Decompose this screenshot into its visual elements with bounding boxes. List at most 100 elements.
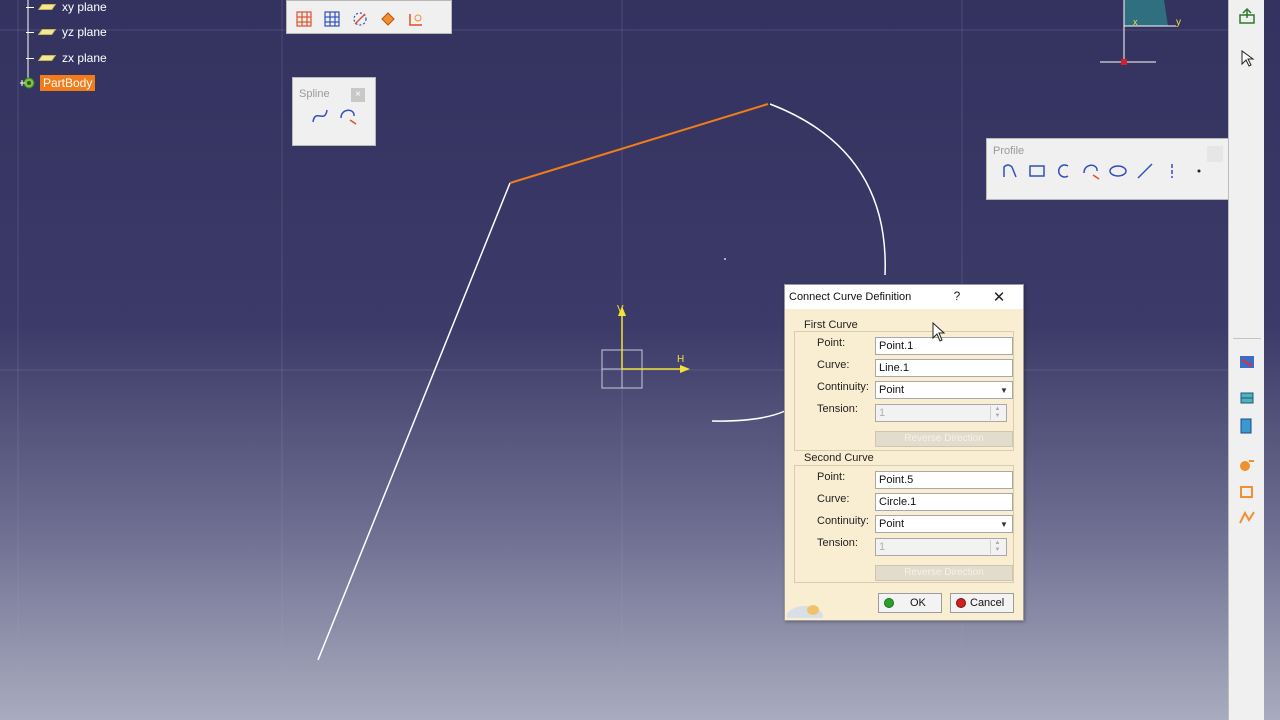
spinner-icon[interactable]: ▲ ▼ (990, 540, 1004, 554)
first-curve-title: First Curve (803, 319, 859, 331)
first-continuity-label: Continuity: (817, 381, 869, 393)
rectangle-icon[interactable] (1026, 161, 1048, 181)
first-tension-field[interactable]: 1 ▲ ▼ (875, 404, 1007, 422)
tree-item-xy-plane[interactable]: xy plane (26, 0, 107, 14)
help-button[interactable]: ? (951, 289, 963, 303)
second-point-field[interactable]: Point.5 (875, 471, 1013, 489)
sketch-arc[interactable] (769, 103, 886, 276)
geometrical-constraints-icon[interactable] (377, 9, 399, 29)
animate-constraint-icon[interactable] (1235, 506, 1259, 530)
sketch-line-selected[interactable] (509, 103, 769, 184)
arc-center-point[interactable] (724, 258, 726, 260)
spline-icon[interactable] (309, 106, 331, 126)
first-point-label: Point: (817, 337, 846, 349)
partbody-label: PartBody (40, 75, 96, 91)
second-tension-value: 1 (879, 541, 886, 553)
view-mode-icon[interactable] (1235, 414, 1259, 438)
first-tension-label: Tension: (817, 403, 858, 415)
compass-x-label: x (1133, 17, 1138, 27)
constraint-icon[interactable] (1235, 454, 1259, 478)
spinner-icon[interactable]: ▲ ▼ (990, 406, 1004, 420)
second-continuity-select[interactable]: Point ▼ (875, 515, 1013, 533)
second-continuity-label: Continuity: (817, 515, 869, 527)
top-toolbar (286, 0, 452, 34)
dialog-title: Connect Curve Definition (789, 291, 912, 303)
sketch-grid (0, 0, 1228, 720)
red-dot-icon (956, 598, 966, 608)
axis-icon[interactable] (1161, 161, 1183, 181)
catia-logo-icon (787, 605, 823, 618)
spline-toolbar: Spline × (292, 77, 376, 146)
3d-viewport[interactable]: V H x y xy plane yz plane zx plane PartB… (0, 0, 1280, 720)
compass-y-label: y (1176, 17, 1181, 28)
first-curve-label: Curve: (817, 359, 850, 371)
sketch-line-white[interactable] (317, 182, 511, 661)
sketch-axis (601, 306, 690, 389)
tree-connector (26, 6, 34, 8)
dimensional-constraints-icon[interactable] (405, 9, 427, 29)
first-continuity-value: Point (879, 384, 905, 396)
cut-part-icon[interactable] (1235, 386, 1259, 410)
axis-h-label: H (677, 354, 684, 365)
second-point-label: Point: (817, 471, 846, 483)
construction-element-icon[interactable] (349, 9, 371, 29)
connect-curve-icon[interactable] (337, 106, 359, 126)
second-curve-label: Curve: (817, 493, 850, 505)
tree-item-yz-plane[interactable]: yz plane (26, 25, 107, 39)
auto-constraint-icon[interactable] (1235, 480, 1259, 504)
chevron-down-icon[interactable]: ▼ (998, 519, 1010, 530)
tree-item-label: xy plane (62, 0, 107, 14)
cancel-button[interactable]: Cancel (950, 593, 1014, 613)
profile-toolbar-title: Profile (993, 145, 1025, 157)
plane-icon (37, 55, 57, 61)
second-tension-field[interactable]: 1 ▲ ▼ (875, 538, 1007, 556)
first-tension-value: 1 (879, 407, 886, 419)
compass-widget[interactable] (1100, 0, 1176, 65)
profile-toolbar: Profile (986, 138, 1230, 200)
spline-toolbar-close-button[interactable]: × (351, 88, 365, 102)
tree-item-label: zx plane (62, 51, 107, 65)
connect-curve-dialog: Connect Curve Definition ? ✕ First Curve… (784, 284, 1024, 621)
spline-tool-icon[interactable] (1080, 161, 1102, 181)
tree-connector (26, 57, 34, 59)
separator (1233, 338, 1261, 339)
close-button[interactable]: ✕ (991, 288, 1007, 306)
sketch-canvas[interactable]: V H x y (0, 0, 1228, 720)
first-curve-field[interactable]: Line.1 (875, 359, 1013, 377)
axis-v-label: V (617, 304, 624, 315)
green-dot-icon (884, 598, 894, 608)
second-tension-label: Tension: (817, 537, 858, 549)
exit-workbench-icon[interactable] (1235, 4, 1259, 28)
select-arrow-icon[interactable] (1235, 46, 1259, 70)
first-continuity-select[interactable]: Point ▼ (875, 381, 1013, 399)
tree-item-label: yz plane (62, 25, 107, 39)
line-icon[interactable] (1134, 161, 1156, 181)
ellipse-icon[interactable] (1107, 161, 1129, 181)
sketch-analysis-icon[interactable] (1235, 350, 1259, 374)
cancel-label: Cancel (970, 597, 1005, 609)
second-curve-title: Second Curve (803, 452, 875, 464)
ok-label: OK (910, 597, 926, 609)
profile-toolbar-close-button[interactable] (1207, 146, 1223, 162)
point-icon[interactable] (1188, 161, 1210, 181)
gear-icon (20, 77, 35, 89)
mouse-cursor-icon (932, 322, 946, 342)
profile-icon[interactable] (999, 161, 1021, 181)
second-curve-field[interactable]: Circle.1 (875, 493, 1013, 511)
second-continuity-value: Point (879, 518, 905, 530)
right-toolbar-strip (1228, 0, 1264, 720)
tree-item-zx-plane[interactable]: zx plane (26, 51, 107, 65)
ok-button[interactable]: OK (878, 593, 942, 613)
plane-icon (37, 29, 57, 35)
first-reverse-direction-button[interactable]: Reverse Direction (875, 431, 1013, 447)
tree-item-partbody[interactable]: PartBody (20, 75, 96, 91)
snap-to-point-icon[interactable] (321, 9, 343, 29)
plane-icon (37, 4, 57, 10)
tree-connector (26, 31, 34, 33)
sketch-arc-lower[interactable] (711, 410, 786, 422)
chevron-down-icon[interactable]: ▼ (998, 385, 1010, 396)
dialog-titlebar[interactable]: Connect Curve Definition ? ✕ (785, 285, 1023, 309)
second-reverse-direction-button[interactable]: Reverse Direction (875, 565, 1013, 581)
circle-icon[interactable] (1053, 161, 1075, 181)
grid-icon[interactable] (293, 9, 315, 29)
